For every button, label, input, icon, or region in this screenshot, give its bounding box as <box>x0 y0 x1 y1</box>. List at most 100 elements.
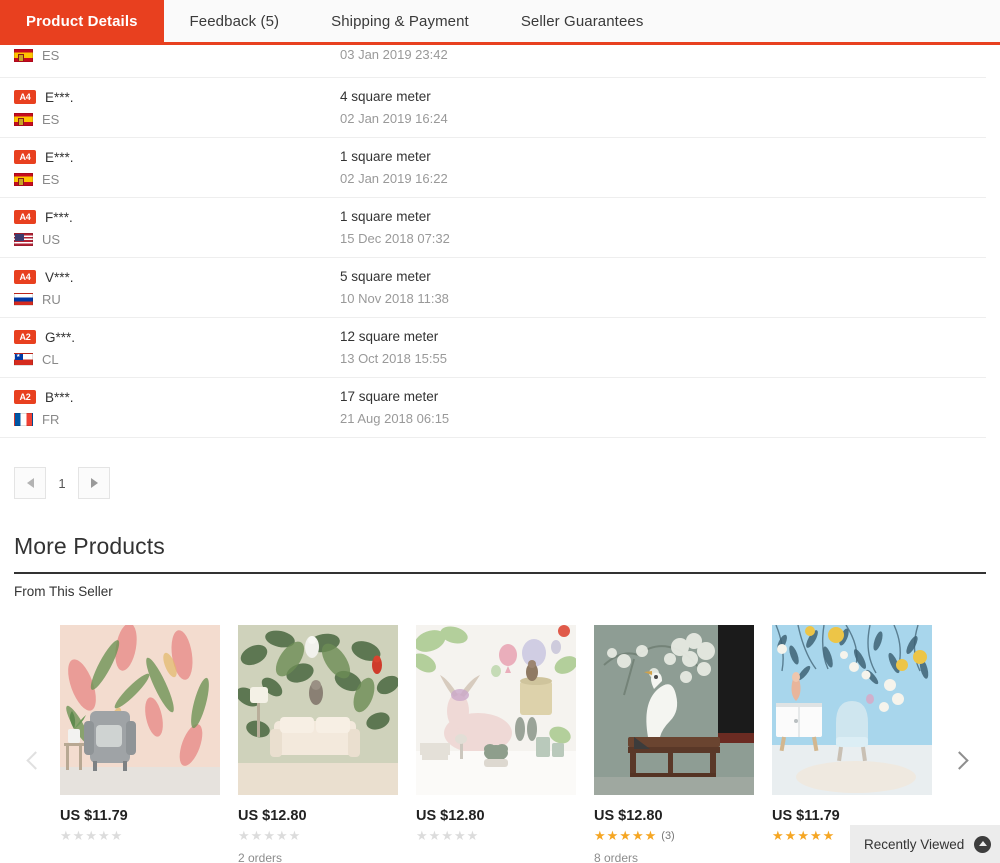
feedback-buyer: A2 G***. CL <box>14 327 340 370</box>
recently-viewed-label: Recently Viewed <box>864 836 965 852</box>
buyer-identity: A4 V***. <box>14 267 340 287</box>
product-card[interactable]: US $12.80 ★ ★ ★ ★ ★ <box>416 625 576 863</box>
table-row: A4 E***. ES 1 square meter 03 Jan 2019 2… <box>0 45 986 78</box>
product-thumbnail[interactable] <box>238 625 398 795</box>
country-flag-icon <box>14 292 33 306</box>
carousel-next-button[interactable] <box>946 738 972 782</box>
star-icon: ★ <box>594 828 606 843</box>
product-card[interactable]: US $12.80 ★ ★ ★ ★ ★ (3) 8 orders <box>594 625 754 863</box>
product-card[interactable]: US $11.79 ★ ★ ★ ★ ★ <box>60 625 220 863</box>
table-row: A2 G***. CL 12 square meter 13 Oct 2018 … <box>0 318 986 378</box>
order-quantity: 4 square meter <box>340 89 431 104</box>
product-price: US $11.79 <box>60 808 128 824</box>
triangle-right-icon <box>90 478 98 488</box>
star-icon: ★ <box>772 828 784 843</box>
star-icon: ★ <box>797 828 809 843</box>
product-rating: ★ ★ ★ ★ ★ (3) <box>594 829 754 842</box>
tab-label: Shipping & Payment <box>331 12 469 30</box>
buyer-name: V***. <box>45 269 74 285</box>
product-rating: ★ ★ ★ ★ ★ <box>60 829 220 842</box>
tab-seller-guarantees[interactable]: Seller Guarantees <box>495 0 670 42</box>
recently-viewed-button[interactable]: Recently Viewed <box>850 825 1000 863</box>
star-icon: ★ <box>72 828 85 843</box>
product-thumbnail[interactable] <box>416 625 576 795</box>
carousel-prev-button[interactable] <box>22 738 48 782</box>
tab-shipping-payment[interactable]: Shipping & Payment <box>305 0 495 42</box>
review-count: (3) <box>661 829 675 842</box>
feedback-buyer: A4 E***. ES <box>14 87 340 130</box>
mural-artwork <box>772 625 932 795</box>
pagination-prev-button[interactable] <box>14 467 46 499</box>
buyer-rank-badge: A4 <box>14 150 36 164</box>
feedback-details: 12 square meter 13 Oct 2018 15:55 <box>340 327 640 370</box>
order-quantity: 1 square meter <box>340 149 431 164</box>
product-image <box>772 625 932 795</box>
tab-label: Feedback (5) <box>189 12 280 30</box>
feedback-details: 5 square meter 10 Nov 2018 11:38 <box>340 267 640 310</box>
table-row: A4 E***. ES 1 square meter 02 Jan 2019 1… <box>0 138 986 198</box>
buyer-rank-badge: A4 <box>14 90 36 104</box>
buyer-country: FR <box>14 408 340 430</box>
star-icon: ★ <box>606 828 619 843</box>
product-orders: 8 orders <box>594 851 639 863</box>
buyer-name: F***. <box>45 209 73 225</box>
more-products-subtitle: From This Seller <box>14 584 113 599</box>
product-image <box>238 625 398 795</box>
buyer-country: ES <box>14 168 340 190</box>
product-orders: 2 orders <box>238 851 283 863</box>
country-code: FR <box>42 411 60 427</box>
star-icon: ★ <box>238 828 250 843</box>
pagination-current-page[interactable]: 1 <box>52 476 72 491</box>
chevron-right-icon <box>949 750 969 770</box>
star-icon: ★ <box>250 828 263 843</box>
table-row: A4 V***. RU 5 square meter 10 Nov 2018 1… <box>0 258 986 318</box>
caret-up-icon <box>978 841 987 846</box>
country-flag-icon <box>14 412 33 426</box>
star-icon: ★ <box>288 828 301 843</box>
buyer-identity: A2 G***. <box>14 327 340 347</box>
product-price: US $12.80 <box>238 808 307 824</box>
star-icon: ★ <box>809 828 822 843</box>
order-date: 21 Aug 2018 06:15 <box>340 411 450 426</box>
star-icon: ★ <box>784 828 797 843</box>
buyer-country: CL <box>14 348 340 370</box>
country-code: ES <box>42 111 60 127</box>
feedback-details: 1 square meter 03 Jan 2019 23:42 <box>340 45 640 66</box>
star-icon: ★ <box>275 828 288 843</box>
mural-artwork <box>60 625 220 795</box>
tab-label: Seller Guarantees <box>520 12 644 30</box>
product-price: US $11.79 <box>772 808 840 824</box>
order-date: 02 Jan 2019 16:24 <box>340 111 448 126</box>
order-date: 10 Nov 2018 11:38 <box>340 291 449 306</box>
star-icon: ★ <box>85 828 97 843</box>
caret-up-circle-icon <box>974 835 992 853</box>
product-thumbnail[interactable] <box>772 625 932 795</box>
product-image <box>60 625 220 795</box>
product-tab-bar: Product Details Feedback (5) Shipping & … <box>0 0 1000 45</box>
buyer-name: E***. <box>45 89 74 105</box>
buyer-rank-badge: A4 <box>14 270 36 284</box>
pagination-next-button[interactable] <box>78 467 110 499</box>
more-products-heading: More Products <box>14 533 165 559</box>
country-flag-icon <box>14 232 33 246</box>
chevron-left-icon <box>25 750 45 770</box>
order-date: 15 Dec 2018 07:32 <box>340 231 450 246</box>
tab-feedback[interactable]: Feedback (5) <box>164 0 306 42</box>
star-icon: ★ <box>110 828 123 843</box>
carousel-track: US $11.79 ★ ★ ★ ★ ★ US $12.80 ★ ★ ★ ★ ★ … <box>60 625 932 863</box>
feedback-details: 4 square meter 02 Jan 2019 16:24 <box>340 87 640 130</box>
product-thumbnail[interactable] <box>60 625 220 795</box>
star-icon: ★ <box>644 828 657 843</box>
buyer-name: E***. <box>45 149 74 165</box>
tab-product-details[interactable]: Product Details <box>0 0 164 42</box>
buyer-country: RU <box>14 288 340 310</box>
tab-label: Product Details <box>26 12 138 30</box>
buyer-country: US <box>14 228 340 250</box>
product-card[interactable]: US $12.80 ★ ★ ★ ★ ★ 2 orders <box>238 625 398 863</box>
country-flag-icon <box>14 352 33 366</box>
feedback-table: A4 E***. ES 1 square meter 03 Jan 2019 2… <box>0 45 1000 438</box>
product-thumbnail[interactable] <box>594 625 754 795</box>
feedback-details: 17 square meter 21 Aug 2018 06:15 <box>340 387 640 430</box>
product-rating: ★ ★ ★ ★ ★ <box>238 829 398 842</box>
order-date: 13 Oct 2018 15:55 <box>340 351 447 366</box>
